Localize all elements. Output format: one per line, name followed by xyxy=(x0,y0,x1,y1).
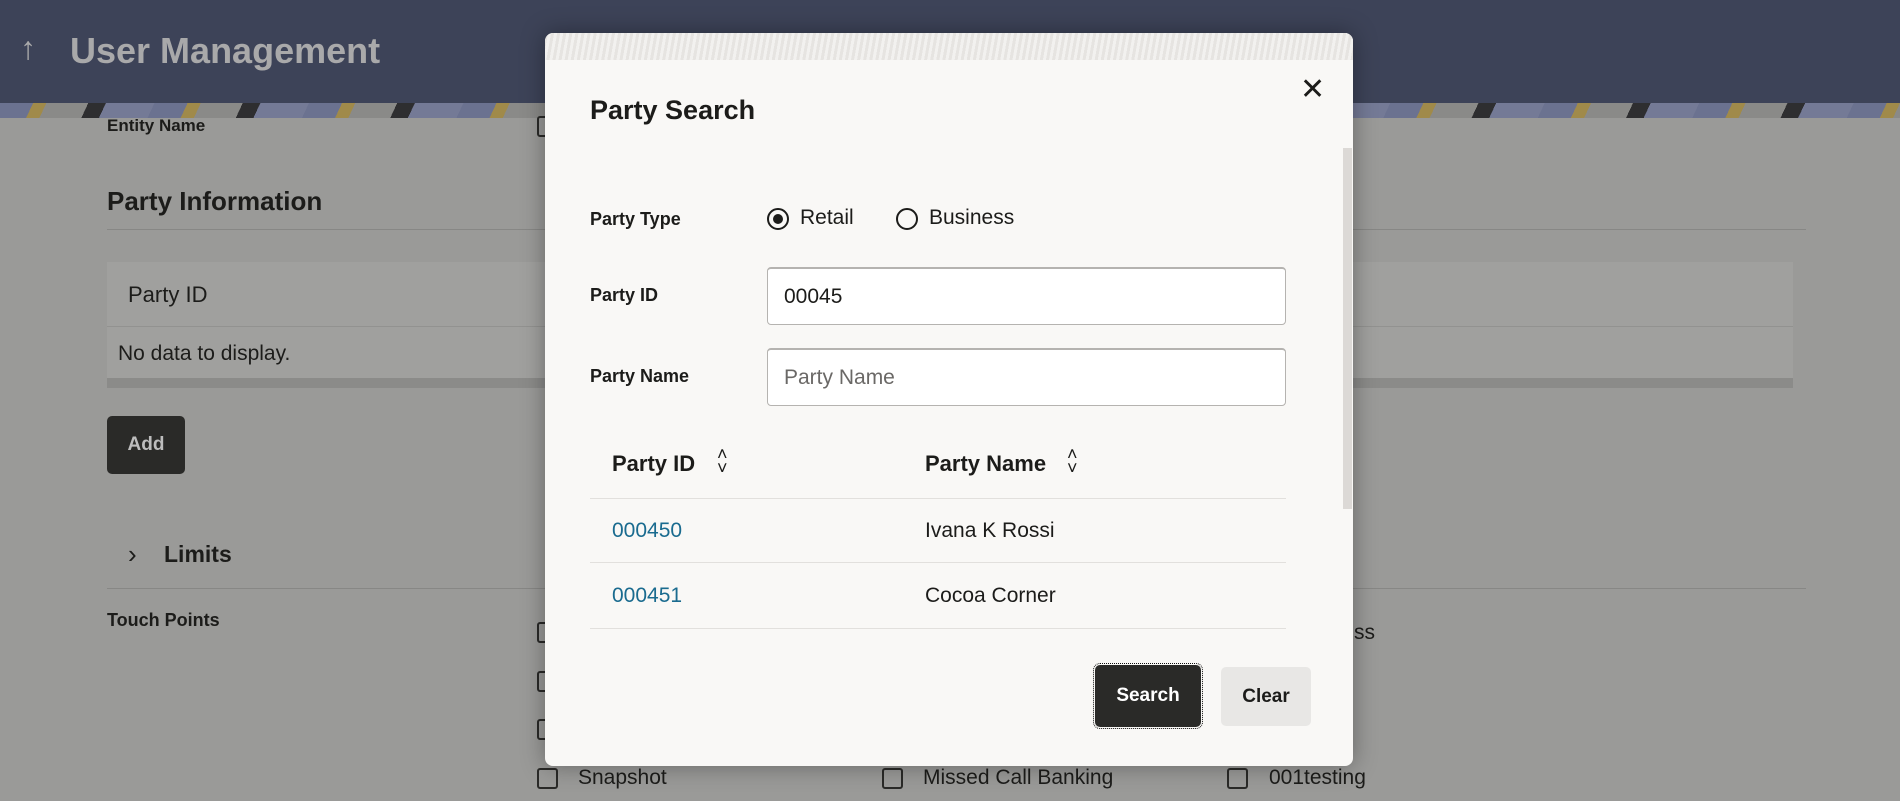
dialog-title: Party Search xyxy=(590,95,756,125)
touch-points-label: Touch Points xyxy=(107,610,220,630)
close-icon[interactable]: ✕ xyxy=(1300,73,1325,107)
sort-icon[interactable]: ˄ ˅ xyxy=(1067,445,1078,477)
snapshot-label: Snapshot xyxy=(578,766,667,789)
touch-point-label: ss xyxy=(1354,621,1375,644)
retail-radio[interactable] xyxy=(767,208,789,230)
party-search-dialog: ✕ Party Search Party Type Retail Busines… xyxy=(545,33,1353,766)
party-id-link[interactable]: 000450 xyxy=(612,519,682,543)
dialog-scrollbar[interactable] xyxy=(1343,148,1352,509)
business-label[interactable]: Business xyxy=(929,206,1014,230)
001testing-checkbox[interactable] xyxy=(1227,768,1248,789)
column-party-name[interactable]: Party Name xyxy=(925,451,1046,477)
party-name-cell: Ivana K Rossi xyxy=(925,519,1055,542)
divider xyxy=(590,562,1286,563)
001testing-label: 001testing xyxy=(1269,766,1366,789)
party-id-input[interactable] xyxy=(767,267,1286,325)
missed-call-banking-checkbox[interactable] xyxy=(882,768,903,789)
limits-toggle[interactable]: Limits xyxy=(164,541,232,568)
chevron-right-icon[interactable]: › xyxy=(128,539,137,570)
party-type-label: Party Type xyxy=(590,209,681,229)
party-id-label: Party ID xyxy=(590,285,659,305)
sort-icon[interactable]: ˄ ˅ xyxy=(717,445,728,477)
column-party-id[interactable]: Party ID xyxy=(612,451,695,477)
search-button[interactable]: Search xyxy=(1093,663,1203,729)
column-party-id: Party ID xyxy=(128,282,208,307)
missed-call-banking-label: Missed Call Banking xyxy=(923,766,1114,789)
page-title: User Management xyxy=(70,30,381,71)
party-id-link[interactable]: 000451 xyxy=(612,584,682,608)
business-radio[interactable] xyxy=(896,208,918,230)
empty-message: No data to display. xyxy=(118,342,291,365)
party-name-input[interactable] xyxy=(767,348,1286,406)
party-name-label: Party Name xyxy=(590,366,690,386)
divider xyxy=(590,498,1286,499)
clear-button[interactable]: Clear xyxy=(1221,667,1311,726)
party-name-cell: Cocoa Corner xyxy=(925,584,1056,607)
party-information-heading: Party Information xyxy=(107,186,323,216)
dialog-decoration xyxy=(545,33,1353,60)
snapshot-checkbox[interactable] xyxy=(537,768,558,789)
arrow-up-icon[interactable]: ↑ xyxy=(20,30,36,67)
add-button[interactable]: Add xyxy=(107,416,185,474)
divider xyxy=(590,628,1286,629)
entity-name-label: Entity Name xyxy=(107,116,206,135)
retail-label[interactable]: Retail xyxy=(800,206,854,230)
